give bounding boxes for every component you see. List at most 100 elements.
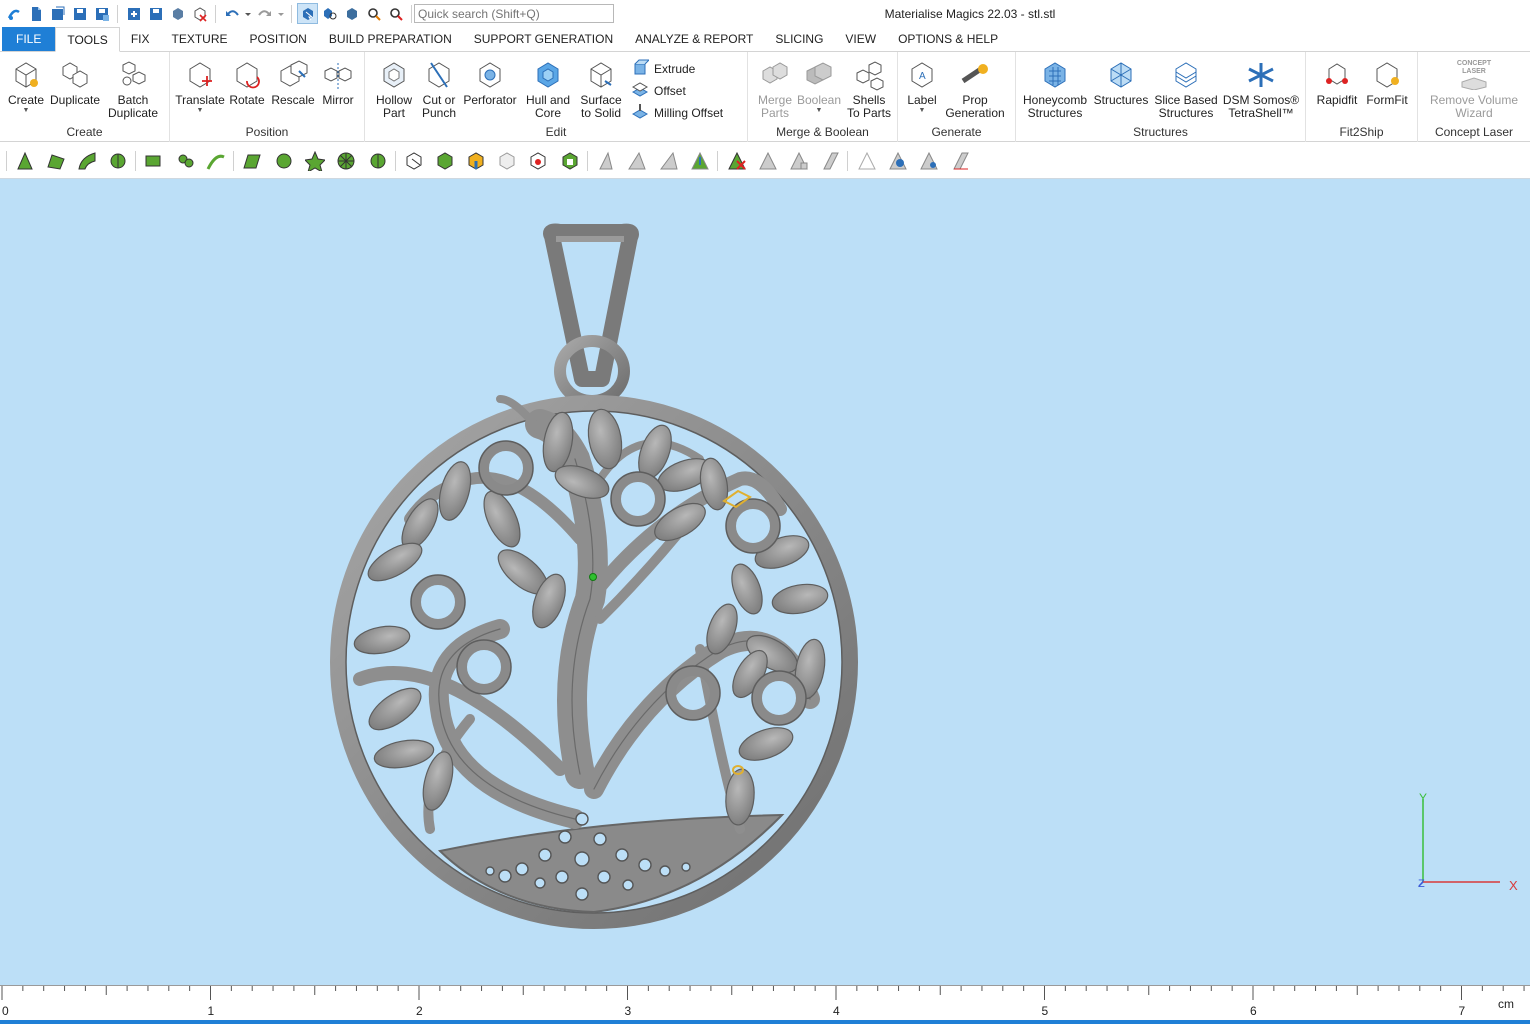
mark-rectangle-icon[interactable] xyxy=(240,149,264,173)
unmark-triangle-icon[interactable] xyxy=(725,149,749,173)
ribbon-panel: Create ▼ Duplicate Batch Duplicate Creat… xyxy=(0,52,1530,142)
tab-position[interactable]: POSITION xyxy=(239,27,318,51)
formfit-button[interactable]: FormFit xyxy=(1364,56,1410,107)
slice-based-structures-button[interactable]: Slice Based Structures xyxy=(1154,56,1218,120)
tab-build-preparation[interactable]: BUILD PREPARATION xyxy=(318,27,463,51)
select-box-icon[interactable] xyxy=(141,149,165,173)
ribbon-tabs: FILE TOOLS FIX TEXTURE POSITION BUILD PR… xyxy=(0,27,1530,52)
tab-analyze-report[interactable]: ANALYZE & REPORT xyxy=(624,27,764,51)
rapidfit-button[interactable]: Rapidfit xyxy=(1314,56,1360,107)
mark-flat-icon[interactable] xyxy=(594,149,618,173)
offset-icon xyxy=(631,80,649,101)
unmark-surface-icon[interactable] xyxy=(787,149,811,173)
ruler-label: 6 xyxy=(1250,1004,1257,1018)
invert-marking-icon[interactable] xyxy=(558,149,582,173)
extrude-button[interactable]: Extrude xyxy=(631,58,695,79)
rescale-button[interactable]: Rescale xyxy=(270,56,316,107)
rotate-icon xyxy=(230,56,264,94)
tab-fix[interactable]: FIX xyxy=(120,27,161,51)
hide-marked-icon[interactable] xyxy=(855,149,879,173)
batch-duplicate-button[interactable]: Batch Duplicate xyxy=(104,56,162,120)
shells-to-parts-button[interactable]: Shells To Parts xyxy=(844,56,894,120)
save-part-icon[interactable] xyxy=(146,4,165,23)
isolate-marked-icon[interactable] xyxy=(948,149,972,173)
surface-to-solid-button[interactable]: Surface to Solid xyxy=(577,56,625,120)
zoom-reset-icon[interactable] xyxy=(386,4,405,23)
dsm-somos-tetrashell-button[interactable]: DSM Somos® TetraShell™ xyxy=(1220,56,1302,120)
mirror-button[interactable]: Mirror xyxy=(318,56,358,107)
unload-part-icon[interactable] xyxy=(190,4,209,23)
tab-view[interactable]: VIEW xyxy=(834,27,887,51)
hollow-part-button[interactable]: Hollow Part xyxy=(371,56,417,120)
zoom-icon[interactable] xyxy=(364,4,383,23)
mark-star-icon[interactable] xyxy=(303,149,327,173)
translate-button[interactable]: Translate ▼ xyxy=(174,56,226,115)
save-icon[interactable] xyxy=(70,4,89,23)
group-label-generate: Generate xyxy=(931,125,982,139)
mark-all-icon[interactable] xyxy=(433,149,457,173)
rotate-button[interactable]: Rotate xyxy=(226,56,268,107)
select-surface-icon[interactable] xyxy=(75,149,99,173)
group-edit: Hollow Part Cut or Punch Perforator Hull… xyxy=(365,52,748,142)
redo-dropdown-icon[interactable] xyxy=(277,4,285,23)
show-hidden-icon[interactable] xyxy=(886,149,910,173)
unmark-shell-icon[interactable] xyxy=(818,149,842,173)
honeycomb-structures-button[interactable]: Honeycomb Structures xyxy=(1022,56,1088,120)
unmark-plane-icon[interactable] xyxy=(756,149,780,173)
pendant-model[interactable] xyxy=(0,179,1530,985)
view-part-icon[interactable] xyxy=(342,4,361,23)
magics-logo-icon[interactable] xyxy=(4,4,23,23)
open-file-icon[interactable] xyxy=(48,4,67,23)
select-polyline-icon[interactable] xyxy=(204,149,228,173)
import-part-icon[interactable] xyxy=(124,4,143,23)
quick-search-input[interactable] xyxy=(414,4,614,23)
tab-support-generation[interactable]: SUPPORT GENERATION xyxy=(463,27,624,51)
tab-slicing[interactable]: SLICING xyxy=(764,27,834,51)
select-triangle-icon[interactable] xyxy=(13,149,37,173)
undo-icon[interactable] xyxy=(222,4,241,23)
mark-wheel-icon[interactable] xyxy=(334,149,358,173)
zoom-part-icon[interactable] xyxy=(320,4,339,23)
mark-expand-icon[interactable] xyxy=(688,149,712,173)
redo-icon[interactable] xyxy=(255,4,274,23)
select-plane-icon[interactable] xyxy=(44,149,68,173)
create-button[interactable]: Create ▼ xyxy=(6,56,46,115)
merge-parts-button[interactable]: Merge Parts xyxy=(752,56,798,120)
duplicate-button[interactable]: Duplicate xyxy=(48,56,102,107)
mark-colored-icon[interactable] xyxy=(464,149,488,173)
milling-offset-button[interactable]: Milling Offset xyxy=(631,102,723,123)
mark-sphere-icon[interactable] xyxy=(366,149,390,173)
cut-or-punch-button[interactable]: Cut or Punch xyxy=(417,56,461,120)
boolean-button[interactable]: Boolean ▼ xyxy=(796,56,842,115)
3d-viewport[interactable]: Y X Z xyxy=(0,179,1530,985)
view-marked-icon[interactable] xyxy=(917,149,941,173)
selection-toolbar xyxy=(0,143,1530,179)
new-file-icon[interactable] xyxy=(26,4,45,23)
mark-wave-icon[interactable] xyxy=(625,149,649,173)
tab-tools[interactable]: TOOLS xyxy=(55,27,120,52)
remove-volume-wizard-button[interactable]: CONCEPT LASER Remove Volume Wizard xyxy=(1424,56,1524,120)
perforator-button[interactable]: Perforator xyxy=(463,56,517,107)
offset-button[interactable]: Offset xyxy=(631,80,686,101)
select-lasso-icon[interactable] xyxy=(173,149,197,173)
mark-region-icon[interactable] xyxy=(272,149,296,173)
structures-icon xyxy=(1104,56,1138,94)
undo-dropdown-icon[interactable] xyxy=(244,4,252,23)
translate-dropdown-icon: ▼ xyxy=(196,107,204,114)
tab-options-help[interactable]: OPTIONS & HELP xyxy=(887,27,1009,51)
ruler-accent-bar xyxy=(0,1020,1530,1024)
mark-part-icon[interactable] xyxy=(402,149,426,173)
select-part-icon[interactable] xyxy=(297,3,318,24)
unmark-part-icon[interactable] xyxy=(495,149,519,173)
structures-button[interactable]: Structures xyxy=(1092,56,1150,107)
unmark-all-icon[interactable] xyxy=(526,149,550,173)
hull-and-core-button[interactable]: Hull and Core xyxy=(521,56,575,120)
save-as-icon[interactable] xyxy=(92,4,111,23)
tab-file[interactable]: FILE xyxy=(2,27,56,51)
save-part-as-icon[interactable] xyxy=(168,4,187,23)
label-button[interactable]: A Label ▼ xyxy=(902,56,942,115)
tab-texture[interactable]: TEXTURE xyxy=(160,27,238,51)
prop-generation-button[interactable]: Prop Generation xyxy=(944,56,1006,120)
mark-grow-icon[interactable] xyxy=(657,149,681,173)
select-shell-icon[interactable] xyxy=(106,149,130,173)
